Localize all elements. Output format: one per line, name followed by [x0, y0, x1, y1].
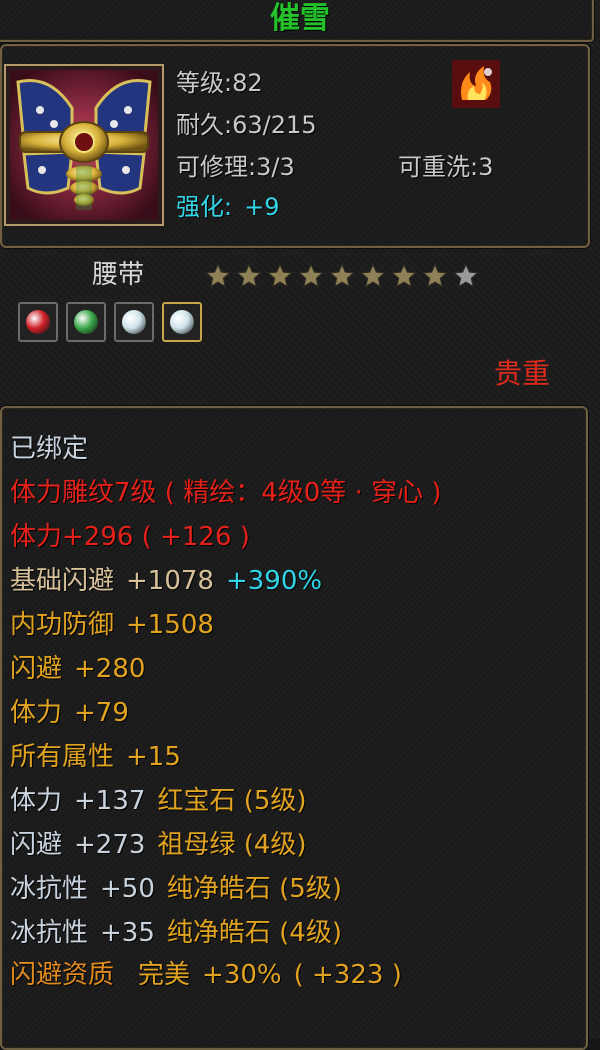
all-attributes-value: +15	[126, 742, 181, 772]
enhance-value: +9	[244, 193, 280, 221]
rarity-label: 贵重	[493, 357, 550, 390]
star-empty-icon	[452, 262, 480, 288]
rewash-text: 可重洗:3	[398, 153, 494, 181]
inner-defense-label: 内功防御	[10, 610, 115, 640]
stamina-label: 体力	[10, 698, 63, 728]
stamina-value: +79	[74, 698, 129, 728]
ruby-gem-icon[interactable]	[18, 302, 58, 342]
star-filled-icon	[235, 262, 263, 288]
gem2-value: +273	[74, 830, 146, 860]
emerald-gem-icon[interactable]	[66, 302, 106, 342]
base-dodge-line: 基础闪避 +1078 +390%	[10, 564, 322, 598]
quality-line: 闪避资质 完美 +30% ( +323 )	[10, 958, 402, 992]
belt-item-icon	[10, 70, 158, 220]
item-type-label: 腰带	[92, 260, 145, 290]
flame-badge-icon	[452, 60, 500, 108]
item-name: 催雪	[270, 1, 330, 36]
item-icon-frame	[4, 64, 164, 226]
inner-defense-line: 内功防御 +1508	[10, 608, 214, 642]
inner-defense-value: +1508	[126, 610, 214, 640]
enhance-row: 强化: +9	[176, 192, 279, 222]
all-attributes-label: 所有属性	[10, 742, 115, 772]
gem2-line: 闪避 +273 祖母绿 (4级)	[10, 828, 307, 862]
gem4-line: 冰抗性 +35 纯净皓石 (4级)	[10, 916, 342, 950]
gem1-name: 红宝石 (5级)	[157, 786, 307, 816]
carving-line: 体力雕纹7级 ( 精绘：4级0等 · 穿心 )	[10, 478, 442, 508]
stamina-line: 体力 +79	[10, 696, 129, 730]
gem3-line: 冰抗性 +50 纯净皓石 (5级)	[10, 872, 342, 906]
star-filled-icon	[421, 262, 449, 288]
quality-grade: 完美	[138, 960, 191, 990]
repair-text: 可修理:3/3	[176, 153, 295, 181]
gem1-attr: 体力	[10, 786, 63, 816]
star-filled-icon	[390, 262, 418, 288]
stamina-total-line: 体力+296 ( +126 )	[10, 522, 250, 552]
gem4-name: 纯净皓石 (4级)	[166, 918, 342, 948]
gem1-line: 体力 +137 红宝石 (5级)	[10, 784, 307, 818]
quality-value: ( +323 )	[293, 960, 402, 990]
gem4-attr: 冰抗性	[10, 918, 89, 948]
base-dodge-bonus: +390%	[225, 566, 323, 596]
gem3-value: +50	[100, 874, 155, 904]
gem3-name: 纯净皓石 (5级)	[166, 874, 342, 904]
gem-core	[170, 310, 194, 334]
base-dodge-label: 基础闪避	[10, 566, 115, 596]
item-tooltip: 催雪 等级:82 耐久:63/215 可修理:3/3 可重洗:3 强化: +9 …	[0, 0, 600, 1050]
durability-text: 耐久:63/215	[176, 111, 317, 139]
quality-pct: +30%	[202, 960, 282, 990]
enhance-label: 强化:	[176, 193, 233, 221]
gem3-attr: 冰抗性	[10, 874, 89, 904]
diamond-gem-icon[interactable]	[114, 302, 154, 342]
star-filled-icon	[204, 262, 232, 288]
star-filled-icon	[266, 262, 294, 288]
diamond-gem-icon[interactable]	[162, 302, 202, 342]
gem-core	[26, 310, 50, 334]
dodge-value: +280	[74, 654, 146, 684]
gem-core	[74, 310, 98, 334]
dodge-line: 闪避 +280	[10, 652, 145, 686]
dodge-label: 闪避	[10, 654, 63, 684]
star-filled-icon	[328, 262, 356, 288]
gem4-value: +35	[100, 918, 155, 948]
gem2-name: 祖母绿 (4级)	[157, 830, 307, 860]
star-filled-icon	[359, 262, 387, 288]
bound-status: 已绑定	[10, 434, 89, 464]
all-attributes-line: 所有属性 +15	[10, 740, 181, 774]
gem2-attr: 闪避	[10, 830, 63, 860]
gem1-value: +137	[74, 786, 146, 816]
level-text: 等级:82	[176, 69, 263, 97]
star-filled-icon	[297, 262, 325, 288]
base-dodge-value: +1078	[126, 566, 214, 596]
gem-core	[122, 310, 146, 334]
quality-label: 闪避资质	[10, 960, 115, 990]
